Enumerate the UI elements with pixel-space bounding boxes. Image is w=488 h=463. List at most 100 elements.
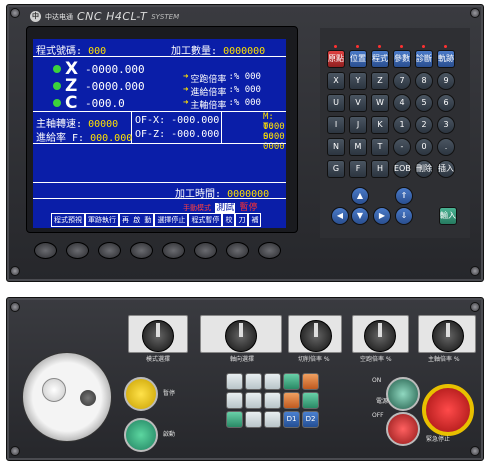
softkey-trace-run[interactable]: 軍跡執行: [85, 213, 119, 227]
softkey-restart[interactable]: 再 啟 動: [119, 213, 155, 227]
ofx-value: -000.000: [171, 115, 220, 126]
divider: [33, 111, 286, 112]
function-key-4[interactable]: [130, 242, 153, 259]
feed-hold-button[interactable]: [124, 377, 158, 411]
axis-select-dial[interactable]: [225, 320, 257, 352]
function-key-8[interactable]: [258, 242, 281, 259]
keypad-key[interactable]: K: [371, 116, 389, 134]
keypad-key[interactable]: 參數: [393, 50, 411, 68]
enter-key[interactable]: 輸入: [439, 207, 457, 225]
indicator-led: [444, 45, 447, 48]
keypad-key[interactable]: T: [371, 138, 389, 156]
keypad-key[interactable]: U: [327, 94, 345, 112]
keypad-key[interactable]: 0: [415, 138, 433, 156]
operation-key[interactable]: [264, 373, 281, 390]
softkey-calibrate[interactable]: 校: [222, 213, 236, 227]
keypad-key[interactable]: 4: [393, 94, 411, 112]
keypad-key[interactable]: 軌跡: [437, 50, 455, 68]
operation-key[interactable]: [226, 392, 243, 409]
softkey-program-preview[interactable]: 程式預視: [51, 213, 85, 227]
keypad-key[interactable]: 5: [415, 94, 433, 112]
keypad-key[interactable]: V: [349, 94, 367, 112]
operation-key[interactable]: [302, 392, 319, 409]
softkey-program-pause[interactable]: 程式暫停: [188, 213, 223, 227]
function-key-6[interactable]: [194, 242, 217, 259]
arrow-down-key[interactable]: ▼: [351, 207, 369, 225]
arrow-right-icon: ➜: [183, 85, 189, 95]
function-key-3[interactable]: [98, 242, 121, 259]
function-key-2[interactable]: [66, 242, 89, 259]
operation-key[interactable]: [283, 373, 300, 390]
status-dot-icon: [53, 65, 61, 73]
page-up-key[interactable]: ⇑: [395, 187, 413, 205]
operation-key[interactable]: [302, 373, 319, 390]
operation-key[interactable]: [245, 411, 262, 428]
keypad-key[interactable]: -: [393, 138, 411, 156]
keypad-key[interactable]: J: [349, 116, 367, 134]
keypad-key[interactable]: W: [371, 94, 389, 112]
page-down-key[interactable]: ⇓: [395, 207, 413, 225]
function-key-5[interactable]: [162, 242, 185, 259]
keypad-key[interactable]: G: [327, 160, 345, 178]
arrow-up-key[interactable]: ▲: [351, 187, 369, 205]
screw: [10, 266, 20, 276]
handwheel[interactable]: [22, 352, 112, 442]
divider: [33, 198, 286, 199]
arrow-left-key[interactable]: ◀: [331, 207, 349, 225]
keypad-key[interactable]: 2: [415, 116, 433, 134]
keypad-key[interactable]: N: [327, 138, 345, 156]
operation-key[interactable]: [226, 373, 243, 390]
operation-key[interactable]: [226, 411, 243, 428]
keypad-key[interactable]: 刪除: [415, 160, 433, 178]
keypad-key[interactable]: .: [437, 138, 455, 156]
power-on-button[interactable]: [386, 377, 420, 411]
keypad-key[interactable]: 3: [437, 116, 455, 134]
keypad-key[interactable]: 9: [437, 72, 455, 90]
handwheel-knob[interactable]: [42, 378, 66, 402]
function-key-1[interactable]: [34, 242, 57, 259]
screw: [10, 8, 20, 18]
cycle-start-button[interactable]: [124, 418, 158, 452]
keypad-key[interactable]: 7: [393, 72, 411, 90]
operation-key[interactable]: [245, 373, 262, 390]
mode-select-dial[interactable]: [142, 320, 174, 352]
keypad-key[interactable]: 1: [393, 116, 411, 134]
divider: [33, 143, 286, 144]
keypad-key[interactable]: F: [349, 160, 367, 178]
keypad-key[interactable]: 原點: [327, 50, 345, 68]
operation-key[interactable]: [245, 392, 262, 409]
keypad-key[interactable]: M: [349, 138, 367, 156]
arrow-right-key[interactable]: ▶: [373, 207, 391, 225]
axis-dial-label: 軸向選擇: [230, 356, 255, 363]
softkey-optional-stop[interactable]: 選擇停止: [154, 213, 189, 227]
keypad-key[interactable]: 6: [437, 94, 455, 112]
keypad-key[interactable]: 程式: [371, 50, 389, 68]
keypad-key[interactable]: X: [327, 72, 345, 90]
keypad-key[interactable]: 8: [415, 72, 433, 90]
function-key-7[interactable]: [226, 242, 249, 259]
keypad-key[interactable]: Z: [371, 72, 389, 90]
cutting-rate-dial[interactable]: [300, 320, 332, 352]
d1-key[interactable]: D1: [283, 411, 300, 428]
screw: [470, 8, 480, 18]
softkey-compensation[interactable]: 補: [248, 213, 262, 227]
spindle-rate-dial[interactable]: [432, 320, 464, 352]
keypad-key[interactable]: EOB: [393, 160, 411, 178]
keypad-key[interactable]: Y: [349, 72, 367, 90]
d2-key[interactable]: D2: [302, 411, 319, 428]
keypad-key[interactable]: H: [371, 160, 389, 178]
keypad-key[interactable]: I: [327, 116, 345, 134]
rate-row: ➜ 進給倍率 :% 000: [183, 85, 261, 98]
operation-key[interactable]: [264, 392, 281, 409]
axis-value: -000.0: [85, 96, 125, 110]
keypad-key[interactable]: 插入: [437, 160, 455, 178]
operation-key[interactable]: [264, 411, 281, 428]
keypad-key[interactable]: 診斷: [415, 50, 433, 68]
divider: [221, 111, 222, 143]
rapid-rate-dial[interactable]: [364, 320, 396, 352]
softkey-tool[interactable]: 刀: [235, 213, 249, 227]
keypad-key[interactable]: 位置: [349, 50, 367, 68]
emergency-stop-button[interactable]: [422, 384, 474, 436]
operation-key[interactable]: [283, 392, 300, 409]
power-off-button[interactable]: [386, 412, 420, 446]
